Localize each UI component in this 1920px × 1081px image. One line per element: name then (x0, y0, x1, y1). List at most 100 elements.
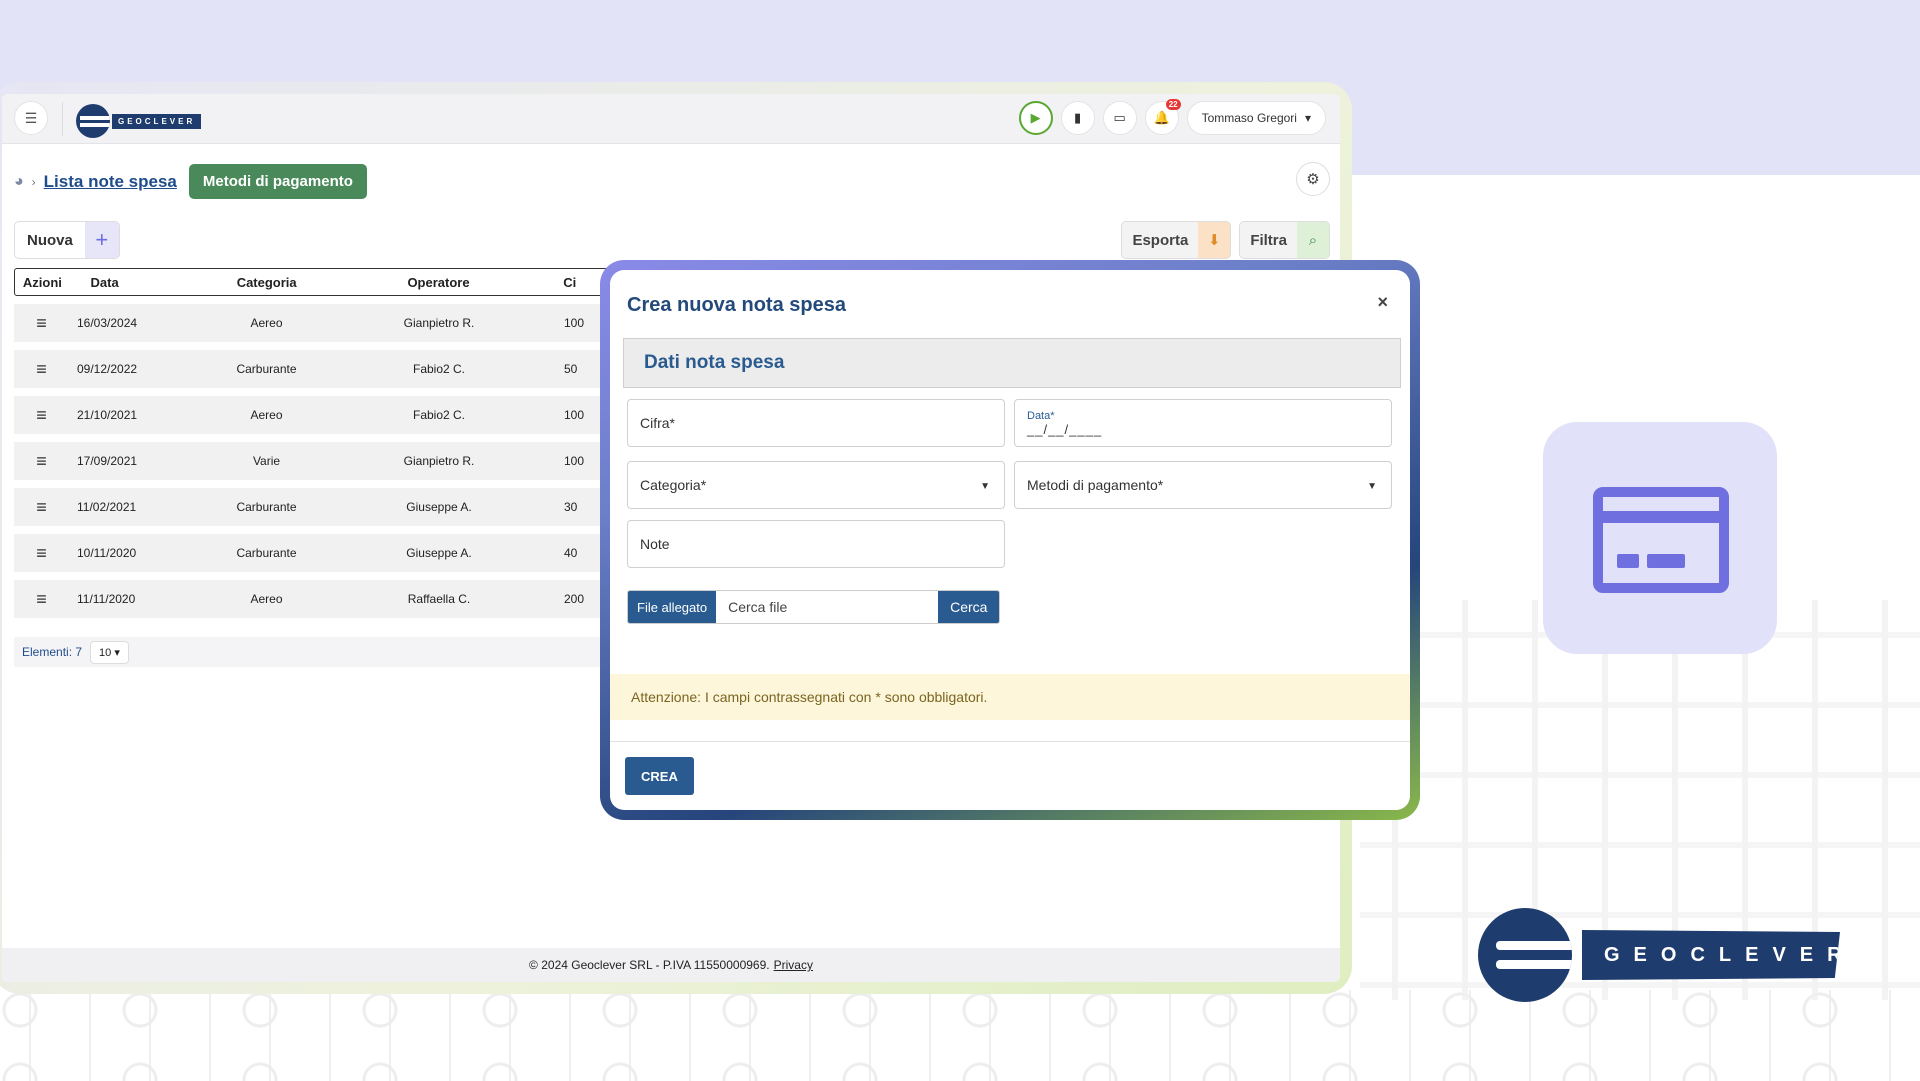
column-header-azioni[interactable]: Azioni (15, 275, 70, 290)
notes-field[interactable]: Note (627, 520, 1005, 568)
table-row[interactable]: ≡ 17/09/2021 Varie Gianpietro R. 100 (14, 442, 614, 480)
amount-field[interactable]: Cifra* (627, 399, 1005, 447)
payment-methods-button[interactable]: Metodi di pagamento (188, 164, 367, 199)
dashboard-icon[interactable]: ◕ (14, 173, 24, 191)
row-actions-icon[interactable]: ≡ (14, 405, 69, 426)
filter-button[interactable]: Filtra ⌕ (1239, 221, 1330, 259)
file-attachment-label: File allegato (628, 591, 717, 623)
brand-logo: GEOCLEVER (1478, 908, 1840, 1002)
user-name: Tommaso Gregori (1201, 111, 1297, 125)
cell-categoria: Varie (252, 454, 281, 468)
row-actions-icon[interactable]: ≡ (14, 451, 69, 472)
table-row[interactable]: ≡ 10/11/2020 Carburante Giuseppe A. 40 (14, 534, 614, 572)
menu-icon: ☰ (24, 109, 38, 126)
logo-line (1496, 941, 1572, 950)
page-size-select[interactable]: 10 ▾ (90, 640, 129, 664)
play-button[interactable]: ▶ (1018, 101, 1053, 135)
user-menu[interactable]: Tommaso Gregori ▾ (1186, 101, 1326, 135)
table-row[interactable]: ≡ 21/10/2021 Aereo Fabio2 C. 100 (14, 396, 614, 434)
caret-down-icon: ▼ (980, 481, 990, 492)
new-button-label: Nuova (27, 231, 73, 249)
settings-button[interactable]: ⚙ (1296, 162, 1330, 196)
plus-icon: + (84, 222, 119, 258)
app-logo[interactable]: GEOCLEVER (76, 104, 202, 138)
file-input-placeholder: Cerca file (728, 599, 788, 615)
breadcrumb: ◕ › Lista note spesa Metodi di pagamento (14, 164, 367, 199)
cell-operatore: Gianpietro R. (403, 316, 475, 330)
brand-logo-mark-icon (1478, 908, 1572, 1002)
logo-mark-icon (76, 104, 110, 138)
column-header-data[interactable]: Data (70, 275, 180, 290)
file-upload-group: File allegato Cerca file Cerca (627, 590, 1001, 624)
date-field[interactable]: Data* __/__/____ (1014, 399, 1392, 447)
top-actions: ▶ ▮ ▭ 🔔 22 Tommaso Gregori ▾ (1018, 99, 1326, 135)
filter-label: Filtra (1250, 231, 1287, 249)
table-row[interactable]: ≡ 11/11/2020 Aereo Raffaella C. 200 (14, 580, 614, 618)
play-icon: ▶ (1030, 110, 1041, 125)
brand-logo-text: GEOCLEVER (1582, 930, 1840, 980)
modal-frame: Crea nuova nota spesa × Dati nota spesa … (600, 260, 1420, 820)
cell-categoria: Carburante (236, 362, 297, 376)
file-input[interactable]: Cerca file (716, 591, 939, 623)
notes-button[interactable]: ▮ (1060, 101, 1095, 135)
column-header-categoria[interactable]: Categoria (180, 275, 354, 290)
credit-card-icon (1593, 487, 1729, 593)
background-circuit-pattern (0, 990, 1920, 1081)
row-actions-icon[interactable]: ≡ (14, 589, 69, 610)
new-button[interactable]: Nuova + (14, 221, 120, 259)
chevron-down-icon: ▾ (1304, 111, 1311, 125)
amount-placeholder: Cifra* (640, 415, 676, 431)
modal-title: Crea nuova nota spesa (627, 294, 846, 316)
cell-operatore: Giuseppe A. (406, 500, 472, 514)
payment-card-tile (1543, 422, 1777, 654)
payment-method-select[interactable]: Metodi di pagamento* ▼ (1014, 461, 1392, 509)
chevron-right-icon: › (31, 174, 36, 189)
laptop-button[interactable]: ▭ (1102, 101, 1137, 135)
date-mask: __/__/____ (1027, 421, 1103, 437)
pager-count: Elementi: 7 (22, 645, 83, 659)
category-select[interactable]: Categoria* ▼ (627, 461, 1005, 509)
table-row[interactable]: ≡ 11/02/2021 Carburante Giuseppe A. 30 (14, 488, 614, 526)
cell-data: 17/09/2021 (77, 454, 138, 468)
row-actions-icon[interactable]: ≡ (14, 313, 69, 334)
browse-button[interactable]: Cerca (938, 591, 1000, 623)
toolbar-right: Esporta ⬇ Filtra ⌕ (1121, 221, 1330, 259)
logo-text: GEOCLEVER (112, 113, 202, 129)
required-fields-warning: Attenzione: I campi contrassegnati con *… (610, 674, 1410, 720)
cell-operatore: Giuseppe A. (406, 546, 472, 560)
background-wedge (1300, 150, 1920, 171)
notification-badge: 22 (1165, 99, 1181, 110)
cell-data: 16/03/2024 (77, 316, 138, 330)
footer-text: © 2024 Geoclever SRL - P.IVA 11550000969… (529, 958, 770, 972)
card-block (1617, 554, 1639, 568)
cell-operatore: Raffaella C. (407, 592, 471, 606)
row-actions-icon[interactable]: ≡ (14, 359, 69, 380)
breadcrumb-link[interactable]: Lista note spesa (44, 172, 177, 192)
menu-toggle-button[interactable]: ☰ (14, 101, 48, 135)
section-header: Dati nota spesa (623, 338, 1401, 388)
cell-categoria: Aereo (250, 592, 283, 606)
close-icon[interactable]: × (1377, 292, 1388, 313)
date-label: Data* (1027, 409, 1055, 422)
table-row[interactable]: ≡ 16/03/2024 Aereo Gianpietro R. 100 (14, 304, 614, 342)
export-label: Esporta (1132, 231, 1189, 249)
cell-data: 09/12/2022 (77, 362, 138, 376)
row-actions-icon[interactable]: ≡ (14, 543, 69, 564)
gear-icon: ⚙ (1306, 171, 1320, 188)
column-header-operatore[interactable]: Operatore (354, 275, 523, 290)
cell-categoria: Aereo (250, 408, 283, 422)
table-row[interactable]: ≡ 09/12/2022 Carburante Fabio2 C. 50 (14, 350, 614, 388)
row-actions-icon[interactable]: ≡ (14, 497, 69, 518)
caret-down-icon: ▼ (1367, 481, 1377, 492)
logo-line (1496, 960, 1572, 969)
cell-categoria: Aereo (250, 316, 283, 330)
notifications-button[interactable]: 🔔 22 (1144, 99, 1181, 135)
expense-table: Azioni Data Categoria Operatore Ci ≡ 16/… (14, 268, 614, 618)
category-placeholder: Categoria* (640, 477, 707, 493)
privacy-link[interactable]: Privacy (774, 958, 813, 972)
create-button[interactable]: CREA (625, 757, 694, 795)
notes-placeholder: Note (640, 536, 670, 552)
footer: © 2024 Geoclever SRL - P.IVA 11550000969… (2, 948, 1340, 982)
export-button[interactable]: Esporta ⬇ (1121, 221, 1232, 259)
cell-operatore: Fabio2 C. (412, 362, 466, 376)
